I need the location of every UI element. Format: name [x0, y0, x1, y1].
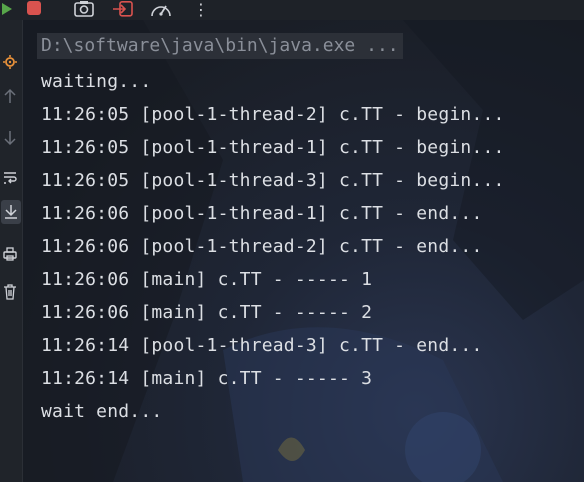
console-line: 11:26:06 [pool-1-thread-1] c.TT - end... — [41, 203, 483, 224]
print-icon[interactable] — [0, 242, 20, 266]
console-line: 11:26:14 [pool-1-thread-3] c.TT - end... — [41, 335, 483, 356]
console-lines: waiting... 11:26:05 [pool-1-thread-2] c.… — [41, 65, 505, 428]
screenshot-icon[interactable] — [72, 0, 96, 18]
console-line: 11:26:06 [main] c.TT - ----- 2 — [41, 302, 373, 323]
console-line: waiting... — [41, 71, 152, 92]
arrow-down-icon[interactable] — [0, 126, 20, 150]
stop-icon[interactable] — [24, 0, 44, 18]
console-line: 11:26:14 [main] c.TT - ----- 3 — [41, 368, 373, 389]
arrow-up-icon[interactable] — [0, 84, 20, 108]
settings-icon[interactable] — [0, 50, 20, 74]
exit-icon[interactable] — [110, 0, 136, 18]
command-line: D:\software\java\bin\java.exe ... — [37, 33, 403, 59]
soft-wrap-icon[interactable] — [0, 166, 20, 190]
console-output[interactable]: D:\software\java\bin\java.exe ... waitin… — [23, 20, 584, 482]
console-line: 11:26:05 [pool-1-thread-2] c.TT - begin.… — [41, 104, 505, 125]
console-line: wait end... — [41, 401, 163, 422]
console-gutter — [0, 20, 23, 482]
console-toolbar: ⋮ — [0, 0, 584, 20]
more-icon[interactable]: ⋮ — [192, 0, 210, 19]
scroll-to-end-icon[interactable] — [1, 200, 21, 224]
trash-icon[interactable] — [0, 280, 20, 304]
console-line: 11:26:05 [pool-1-thread-3] c.TT - begin.… — [41, 170, 505, 191]
console-line: 11:26:06 [pool-1-thread-2] c.TT - end... — [41, 236, 483, 257]
run-icon[interactable] — [0, 0, 14, 18]
console-line: 11:26:05 [pool-1-thread-1] c.TT - begin.… — [41, 137, 505, 158]
console-line: 11:26:06 [main] c.TT - ----- 1 — [41, 269, 373, 290]
dashboard-icon[interactable] — [148, 0, 174, 18]
